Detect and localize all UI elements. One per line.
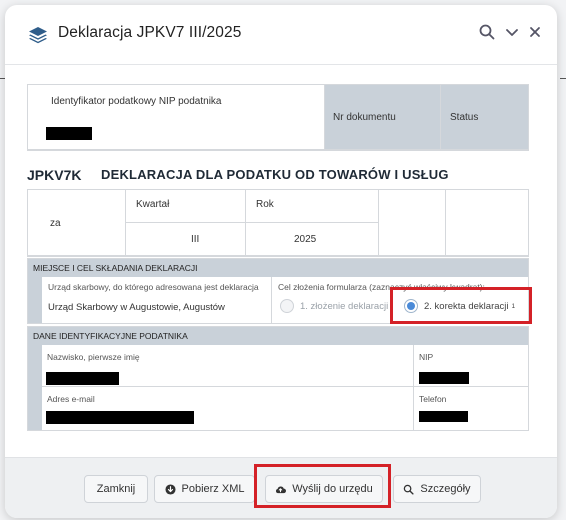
urzad-value: Urząd Skarbowy w Augustowie, Augustów [48,302,225,313]
nip2-label: NIP [419,352,434,362]
urzad-cell: Urząd skarbowy, do którego adresowana je… [42,277,272,323]
telefon-label: Telefon [419,394,447,404]
nip2-cell: NIP [414,345,528,387]
highlight-box [254,464,391,508]
redacted-nip2 [419,372,469,384]
background-divider [560,78,566,79]
nazwisko-cell: Nazwisko, pierwsze imię [42,345,414,387]
search-icon [404,484,415,495]
rok-value-cell: 2025 [246,223,379,256]
form-content: Identyfikator podatkowy NIP podatnika Nr… [5,65,557,457]
szczegoly-label: Szczegóły [420,483,471,495]
nazwisko-label: Nazwisko, pierwsze imię [47,352,140,362]
kwartal-label-cell: Kwartał [126,190,246,223]
period-table: za Kwartał III Rok 2025 [27,189,529,257]
chevron-down-icon[interactable] [503,23,521,41]
stack-icon [29,27,47,44]
telefon-cell: Telefon [414,387,528,430]
section-dane-body: Nazwisko, pierwsze imię NIP Adres e-mail… [42,345,528,430]
kwartal-label: Kwartał [136,199,170,210]
status-label: Status [450,112,479,123]
modal-title: Deklaracja JPKV7 III/2025 [58,24,242,41]
declaration-modal: Deklaracja JPKV7 III/2025 Identyfikator … [5,5,557,518]
empty-cell [446,190,528,256]
nip-label: Identyfikator podatkowy NIP podatnika [51,96,222,107]
email-label: Adres e-mail [47,394,95,404]
zamknij-label: Zamknij [96,483,136,495]
header-table: Identyfikator podatkowy NIP podatnika Nr… [27,84,529,151]
szczegoly-button[interactable]: Szczegóły [393,475,481,503]
rok-label-cell: Rok [246,190,379,223]
redacted-telefon [419,411,468,422]
option-zlozenie[interactable]: 1. złożenie deklaracji [280,299,388,313]
pobierz-xml-label: Pobierz XML [181,483,245,495]
redacted-nazwisko [46,372,119,385]
close-icon[interactable] [526,23,544,41]
section-dane-title: DANE IDENTYFIKACYJNE PODATNIKA [28,327,528,345]
declaration-title: DEKLARACJA DLA PODATKU OD TOWARÓW I USŁU… [101,167,449,182]
rok-label: Rok [256,199,274,210]
search-icon[interactable] [478,23,496,41]
download-icon [164,483,176,495]
kwartal-value-cell: III [126,223,246,256]
section-dane: DANE IDENTYFIKACYJNE PODATNIKA Nazwisko,… [27,326,529,431]
status-cell: Status [441,85,528,150]
kwartal-value: III [191,234,200,245]
pobierz-xml-button[interactable]: Pobierz XML [154,475,255,503]
za-label: za [50,218,61,229]
empty-cell [379,190,446,256]
za-cell: za [28,190,126,256]
radio-zlozenie[interactable] [280,299,294,313]
rok-value: 2025 [294,234,317,245]
nr-dokumentu-label: Nr dokumentu [333,112,396,123]
zamknij-button[interactable]: Zamknij [84,475,148,503]
nr-dokumentu-cell: Nr dokumentu [325,85,441,150]
urzad-label: Urząd skarbowy, do którego adresowana je… [48,282,259,292]
email-cell: Adres e-mail [42,387,414,430]
redacted-nip [46,127,92,140]
redacted-email [46,411,194,424]
section-miejsce-title: MIEJSCE I CEL SKŁADANIA DEKLARACJI [28,259,528,277]
nip-cell: Identyfikator podatkowy NIP podatnika [28,85,325,150]
modal-header: Deklaracja JPKV7 III/2025 [5,5,557,65]
option-zlozenie-label: 1. złożenie deklaracji [300,300,389,312]
highlight-box [390,287,532,324]
declaration-code: JPKV7K [27,167,82,183]
